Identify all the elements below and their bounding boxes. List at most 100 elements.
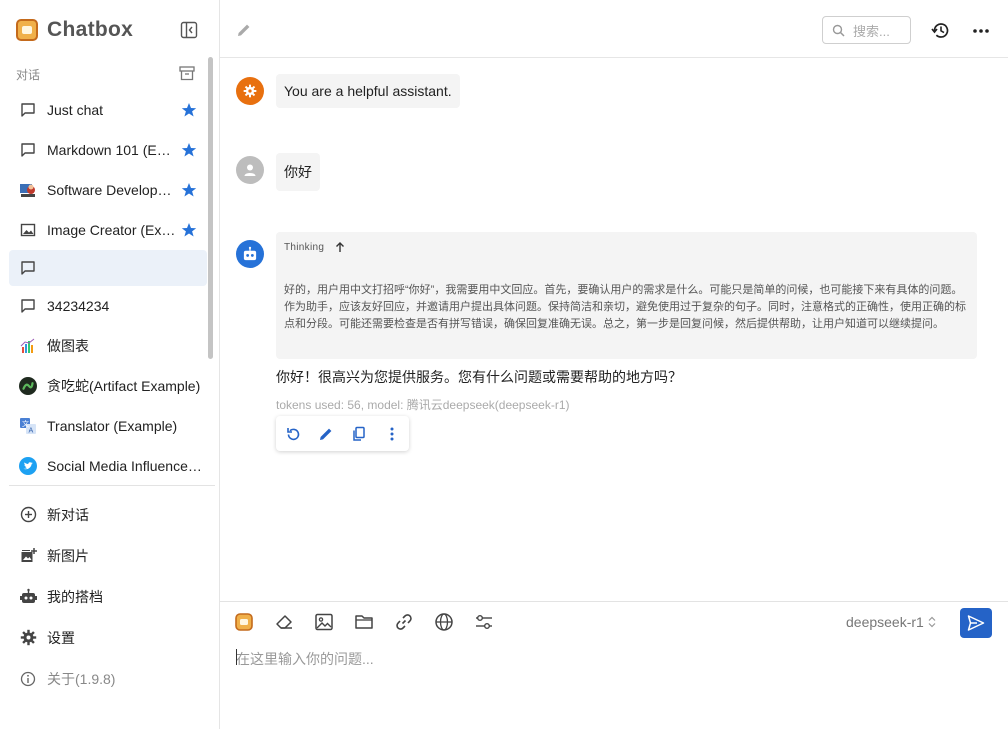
app-name: Chatbox <box>47 18 134 41</box>
composer: deepseek-r1 <box>220 601 1008 729</box>
sidebar-divider <box>9 485 215 486</box>
conversation-item[interactable]: 贪吃蛇(Artifact Example) <box>9 366 207 406</box>
add-image-icon <box>19 547 37 565</box>
conversation-item[interactable]: Markdown 101 (Example) <box>9 130 207 170</box>
chart-avatar-icon <box>19 337 37 355</box>
send-icon <box>967 615 985 631</box>
info-icon <box>19 670 37 688</box>
my-copilots-button[interactable]: 我的搭档 <box>9 576 207 617</box>
settings-sliders-icon[interactable] <box>474 612 494 632</box>
about-label: 关于(1.9.8) <box>47 670 116 687</box>
conversation-label: 做图表 <box>47 338 89 354</box>
conversation-label: Software Developer (Example) <box>47 182 177 198</box>
developer-avatar-icon <box>19 181 37 199</box>
user-message: 你好 <box>276 153 320 191</box>
conversation-label: 34234234 <box>47 298 110 314</box>
search-icon <box>832 24 845 37</box>
conversation-list: Just chat Markdown 101 (Example) Softwar… <box>9 90 207 486</box>
new-chat-label: 新对话 <box>47 506 89 523</box>
settings-label: 设置 <box>47 629 75 646</box>
message-input[interactable] <box>236 649 986 709</box>
conversation-label: Translator (Example) <box>47 418 178 434</box>
chat-header: 搜索... <box>220 0 1008 58</box>
globe-icon[interactable] <box>434 612 454 632</box>
translator-avatar-icon: 文A <box>19 417 37 435</box>
star-icon[interactable] <box>181 222 197 238</box>
thinking-text: 好的，用户用中文打招呼“你好”，我需要用中文回应。首先，要确认用户的需求是什么。… <box>284 284 966 330</box>
eraser-icon[interactable] <box>274 612 294 632</box>
conversation-label: Markdown 101 (Example) <box>47 142 177 158</box>
chatbox-logo-icon <box>16 19 38 41</box>
new-image-button[interactable]: 新图片 <box>9 535 207 576</box>
regenerate-icon[interactable] <box>284 425 302 443</box>
pencil-icon[interactable] <box>236 22 252 38</box>
composer-toolbar <box>234 612 514 632</box>
add-circle-icon <box>19 506 37 524</box>
chatbox-app: Chatbox 对话 Just chat Markdown 101 (Examp… <box>0 0 1008 729</box>
image-icon <box>19 221 37 239</box>
arrow-up-icon <box>336 242 345 252</box>
thinking-toggle[interactable]: Thinking <box>284 241 346 253</box>
about-button[interactable]: 关于(1.9.8) <box>9 658 207 699</box>
history-icon[interactable] <box>931 21 950 40</box>
star-icon[interactable] <box>181 142 197 158</box>
robot-icon <box>19 588 37 606</box>
link-icon[interactable] <box>394 612 414 632</box>
more-options-icon[interactable] <box>972 22 990 40</box>
copilot-avatar-icon[interactable] <box>234 612 254 632</box>
edit-icon[interactable] <box>317 425 335 443</box>
new-chat-button[interactable]: 新对话 <box>9 494 207 535</box>
folder-icon[interactable] <box>354 612 374 632</box>
star-icon[interactable] <box>181 182 197 198</box>
conversation-item[interactable]: Social Media Influencer (Example) <box>9 446 207 486</box>
sidebar: Chatbox 对话 Just chat Markdown 101 (Examp… <box>0 0 220 729</box>
conversation-item[interactable]: Software Developer (Example) <box>9 170 207 210</box>
conversation-item[interactable]: 做图表 <box>9 326 207 366</box>
conversation-item[interactable]: 34234234 <box>9 286 207 326</box>
conversation-item-active[interactable] <box>9 250 207 286</box>
twitter-avatar-icon <box>19 457 37 475</box>
conversation-item[interactable]: Just chat <box>9 90 207 130</box>
gear-icon <box>19 629 37 647</box>
new-image-label: 新图片 <box>47 547 89 564</box>
sidebar-scrollbar[interactable] <box>208 57 213 359</box>
text-caret <box>236 649 237 665</box>
star-icon[interactable] <box>181 102 197 118</box>
chat-bubble-icon <box>19 259 37 277</box>
settings-button[interactable]: 设置 <box>9 617 207 658</box>
conversation-item[interactable]: Image Creator (Example) <box>9 210 207 250</box>
archive-icon[interactable] <box>179 66 195 81</box>
conversation-label: Just chat <box>47 102 104 118</box>
thinking-panel: Thinking 好的，用户用中文打招呼“你好”，我需要用中文回应。首先，要确认… <box>276 232 977 359</box>
message-actions <box>276 416 409 451</box>
system-avatar-icon <box>236 77 264 105</box>
snake-avatar-icon <box>19 377 37 395</box>
conversation-label: Social Media Influencer (Example) <box>47 458 203 474</box>
assistant-avatar-icon <box>236 240 264 268</box>
model-selector[interactable]: deepseek-r1 <box>846 614 936 630</box>
copy-icon[interactable] <box>350 425 368 443</box>
collapse-sidebar-icon[interactable] <box>180 21 198 39</box>
my-copilots-label: 我的搭档 <box>47 588 103 605</box>
thinking-label: Thinking <box>284 241 325 253</box>
search-placeholder: 搜索... <box>853 23 890 39</box>
system-message: You are a helpful assistant. <box>276 74 460 108</box>
send-button[interactable] <box>960 608 992 638</box>
image-upload-icon[interactable] <box>314 612 334 632</box>
search-button[interactable]: 搜索... <box>822 16 911 44</box>
user-avatar-icon <box>236 156 264 184</box>
chat-bubble-icon <box>19 297 37 315</box>
chevron-up-down-icon <box>928 616 936 628</box>
chat-bubble-icon <box>19 101 37 119</box>
conversations-section-label: 对话 <box>16 68 41 82</box>
conversation-label: Image Creator (Example) <box>47 222 177 238</box>
chat-bubble-icon <box>19 141 37 159</box>
conversation-label: 贪吃蛇(Artifact Example) <box>47 378 201 394</box>
message-meta: tokens used: 56, model: 腾讯云deepseek(deep… <box>276 398 570 412</box>
svg-text:A: A <box>29 427 34 435</box>
more-vertical-icon[interactable] <box>383 425 401 443</box>
model-name: deepseek-r1 <box>846 614 924 630</box>
conversation-item[interactable]: 文A Translator (Example) <box>9 406 207 446</box>
assistant-answer: 你好！很高兴为您提供服务。您有什么问题或需要帮助的地方吗？ <box>276 369 682 385</box>
sidebar-menu: 新对话 新图片 我的搭档 设置 关于(1.9.8) <box>9 494 207 699</box>
